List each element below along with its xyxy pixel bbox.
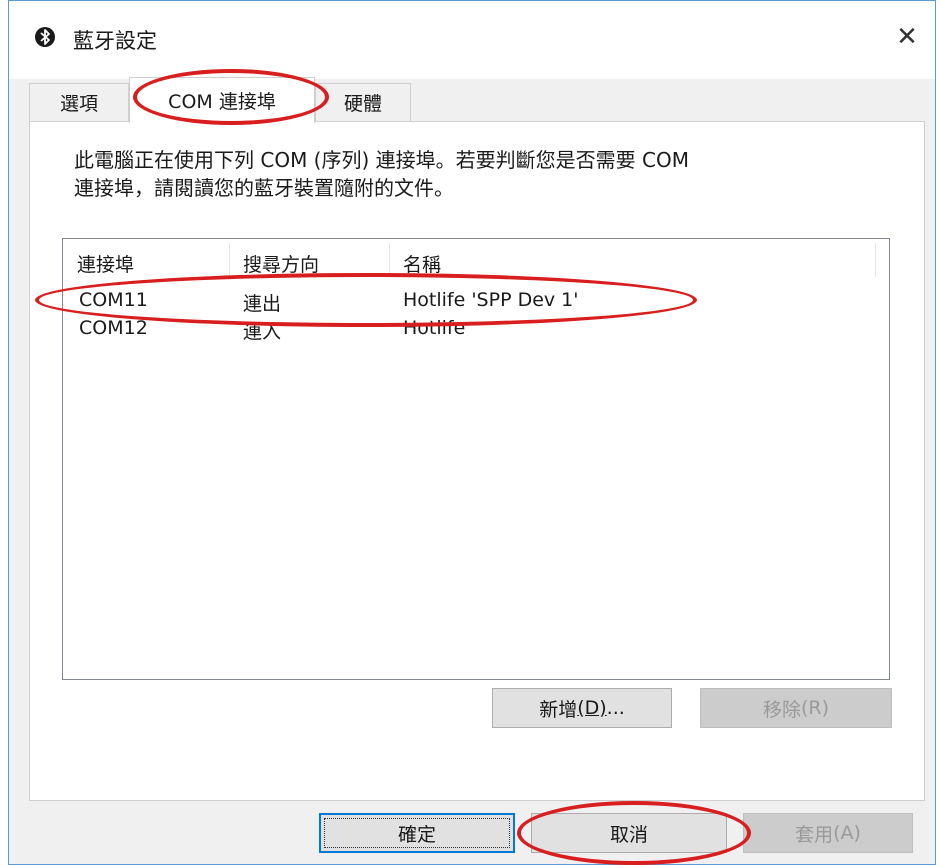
ok-button[interactable]: 確定: [319, 813, 515, 853]
column-header-port-label: 連接埠: [77, 254, 135, 276]
tab-options-label: 選項: [59, 93, 98, 115]
focus-rectangle: [324, 818, 510, 848]
bluetooth-icon: [35, 27, 55, 47]
direction-cell: 連入: [243, 321, 282, 343]
com-ports-list[interactable]: 連接埠 搜尋方向 名稱 COM11 連出 Hotlife 'SPP Dev 1'…: [62, 238, 890, 680]
tab-hardware[interactable]: 硬體: [315, 83, 411, 121]
bluetooth-settings-dialog: 藍牙設定 ✕ 選項 COM 連接埠 硬體 此電腦正在使用下列 COM (序列) …: [8, 0, 936, 865]
remove-port-button[interactable]: 移除 (R): [700, 688, 892, 728]
add-port-button[interactable]: 新增 (D)...: [492, 688, 672, 728]
direction-cell: 連出: [243, 293, 282, 315]
tab-com-ports-label: COM 連接埠: [168, 91, 276, 113]
column-header-direction-label: 搜尋方向: [243, 254, 320, 276]
title-bar: 藍牙設定 ✕: [9, 1, 935, 79]
column-header-name[interactable]: 名稱: [389, 239, 875, 279]
port-cell: COM12: [79, 317, 148, 339]
add-port-mnemonic: (D): [577, 697, 607, 719]
remove-port-mnemonic: (R): [800, 697, 830, 719]
tab-com-ports[interactable]: COM 連接埠: [129, 77, 315, 123]
add-port-label: 新增: [539, 698, 578, 721]
cancel-button-label: 取消: [609, 823, 648, 846]
description-line-2: 連接埠，請閱讀您的藍牙裝置隨附的文件。: [74, 176, 454, 200]
apply-button[interactable]: 套用 (A): [743, 813, 913, 853]
apply-button-mnemonic: (A): [833, 822, 861, 844]
tab-hardware-label: 硬體: [343, 93, 382, 115]
port-cell: COM11: [79, 289, 148, 311]
column-header-name-label: 名稱: [403, 254, 442, 276]
tab-options[interactable]: 選項: [29, 83, 129, 121]
table-row[interactable]: COM12 連入 Hotlife: [63, 315, 889, 343]
remove-port-label: 移除: [762, 698, 801, 721]
add-port-ellipsis: ...: [606, 697, 625, 719]
com-ports-panel: 此電腦正在使用下列 COM (序列) 連接埠。若要判斷您是否需要 COM 連接埠…: [29, 121, 925, 801]
description-text: 此電腦正在使用下列 COM (序列) 連接埠。若要判斷您是否需要 COM 連接埠…: [74, 146, 904, 202]
column-divider[interactable]: [875, 243, 876, 277]
close-icon: ✕: [896, 22, 918, 52]
close-button[interactable]: ✕: [889, 19, 925, 55]
window-title: 藍牙設定: [73, 29, 157, 53]
name-cell: Hotlife 'SPP Dev 1': [403, 289, 579, 311]
column-header-direction[interactable]: 搜尋方向: [229, 239, 389, 279]
description-line-1: 此電腦正在使用下列 COM (序列) 連接埠。若要判斷您是否需要 COM: [74, 148, 689, 172]
apply-button-label: 套用: [795, 823, 834, 846]
table-row[interactable]: COM11 連出 Hotlife 'SPP Dev 1': [63, 287, 889, 315]
name-cell: Hotlife: [403, 317, 466, 339]
column-header-port[interactable]: 連接埠: [63, 239, 229, 279]
cancel-button[interactable]: 取消: [531, 813, 727, 853]
